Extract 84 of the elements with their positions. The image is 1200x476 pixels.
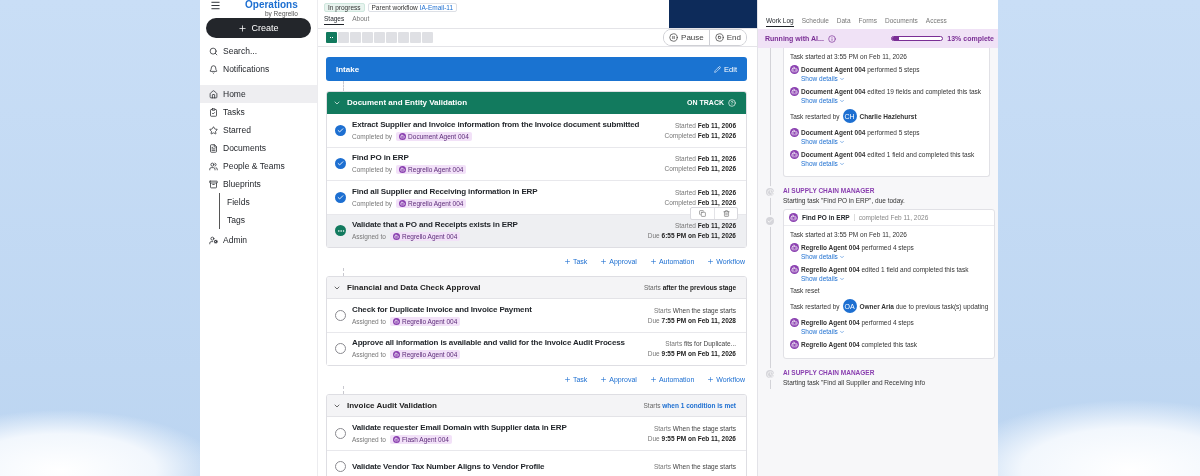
stage-title: Invoice Audit Validation (347, 401, 437, 410)
plus-icon (707, 257, 715, 265)
task-title: Validate Vendor Tax Number Aligns to Vendor Profile (352, 461, 546, 472)
robot-icon (399, 166, 407, 174)
bell-icon (209, 64, 218, 74)
robot-icon (790, 150, 799, 159)
chevron-down-icon (838, 75, 845, 82)
document-icon (209, 143, 218, 153)
create-button[interactable]: Create (206, 18, 311, 38)
sidebar-item[interactable]: Starred (200, 121, 317, 139)
plus-icon (600, 375, 608, 383)
stage-step[interactable] (326, 32, 337, 43)
sidebar-item[interactable]: Search... (200, 42, 317, 60)
user-gear-icon (209, 235, 218, 245)
chevron-down-icon (838, 160, 845, 167)
chevron-down-icon (838, 253, 845, 260)
sidebar-subitem[interactable]: Fields (220, 193, 311, 211)
sidebar-item[interactable]: Blueprints (200, 175, 317, 193)
copy-icon (699, 209, 706, 217)
pencil-icon (714, 65, 722, 73)
intake-title: Intake (336, 64, 360, 74)
people-icon (209, 161, 218, 171)
sidebar-item[interactable]: People & Teams (200, 157, 317, 175)
task-title: Check for Duplicate Invoice and Invoice Payment (352, 304, 533, 315)
robot-icon (790, 65, 799, 74)
sidebar-item[interactable]: Notifications (200, 60, 317, 78)
robot-icon (790, 265, 799, 274)
sidebar-item[interactable]: Tasks (200, 103, 317, 121)
robot-icon (789, 213, 798, 222)
plus-icon (649, 375, 657, 383)
stage-title: Document and Entity Validation (347, 98, 467, 107)
task-title: Validate that a PO and Receipts exists in ERP (352, 220, 519, 231)
end-button[interactable]: End (708, 30, 746, 45)
star-icon (209, 125, 218, 135)
robot-icon (392, 317, 400, 325)
pause-icon (669, 33, 679, 42)
status-checkbox[interactable] (335, 309, 346, 321)
robot-icon (399, 132, 407, 140)
trash-icon (722, 209, 730, 217)
status-checkbox[interactable] (335, 461, 346, 473)
robot-icon (392, 435, 400, 443)
task-title: Extract Supplier and Invoice information from the Invoice document submitted (352, 119, 641, 130)
status-checkbox[interactable] (335, 158, 346, 170)
chevron-down-icon (838, 328, 845, 335)
status-checkbox[interactable] (335, 343, 346, 355)
status-checkbox[interactable] (335, 191, 346, 203)
clipboard-check-icon (209, 107, 218, 117)
plus-icon (238, 23, 248, 33)
menu-icon[interactable] (210, 0, 221, 11)
robot-icon (790, 128, 799, 137)
sidebar-subitem[interactable]: Tags (220, 211, 311, 229)
task-title: Find PO in ERP (352, 153, 410, 164)
chevron-down-icon (838, 97, 845, 104)
task-title: Approve all information is available and valid for the Invoice Audit Process (352, 338, 626, 349)
plus-icon (707, 375, 715, 383)
help-icon[interactable] (728, 98, 736, 107)
chevron-down-icon (838, 275, 845, 282)
task-title: Find all Supplier and Receiving information in ERP (352, 186, 539, 197)
sidebar-item[interactable]: Documents (200, 139, 317, 157)
robot-icon (392, 233, 400, 241)
status-checkbox[interactable] (335, 427, 346, 439)
search-icon (209, 46, 218, 56)
home-icon (209, 89, 218, 99)
robot-icon (790, 318, 799, 327)
plus-icon (600, 257, 608, 265)
sidebar-item[interactable]: Home (200, 85, 317, 103)
in-progress-icon[interactable] (335, 225, 346, 237)
stop-icon (714, 33, 724, 42)
robot-icon (790, 87, 799, 96)
stage-title: Financial and Data Check Approval (347, 283, 481, 292)
logo-title: Operations (245, 0, 298, 10)
plus-icon (649, 257, 657, 265)
robot-icon (392, 351, 400, 359)
robot-icon (790, 340, 799, 349)
chevron-down-icon (838, 138, 845, 145)
plus-icon (563, 375, 571, 383)
plus-icon (563, 257, 571, 265)
info-icon[interactable] (827, 34, 836, 43)
archive-icon (209, 179, 218, 189)
status-checkbox[interactable] (335, 124, 346, 136)
robot-icon (399, 199, 407, 207)
task-title: Validate requester Email Domain with Supplier data in ERP (352, 422, 568, 433)
robot-icon (790, 243, 799, 252)
sidebar-item[interactable]: Admin (200, 231, 317, 249)
